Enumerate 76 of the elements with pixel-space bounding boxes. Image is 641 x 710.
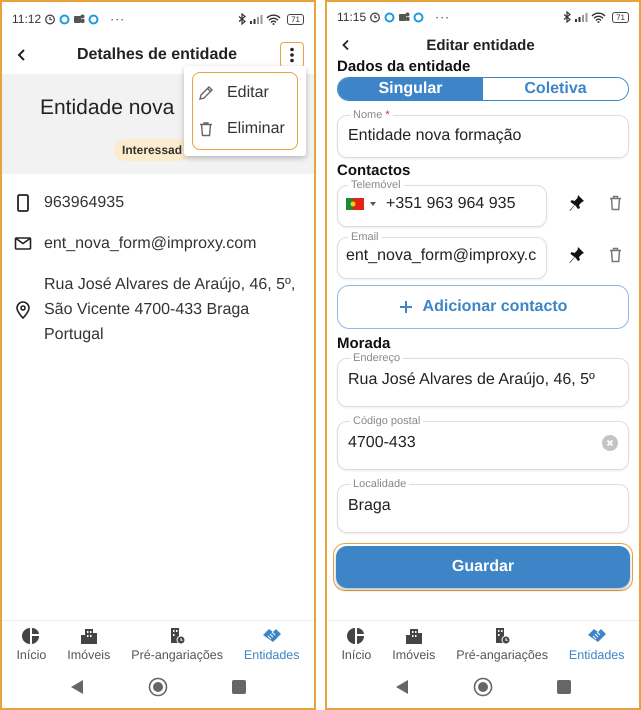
ring-icon	[88, 14, 100, 24]
phone-icon	[14, 194, 32, 212]
chat-app-icon	[398, 11, 410, 23]
section-heading: Contactos	[337, 162, 412, 179]
save-button[interactable]: Guardar	[336, 546, 630, 588]
edit-menu-item[interactable]: Editar	[193, 75, 297, 111]
section-heading: Dados da entidade	[337, 58, 472, 75]
caret-icon	[370, 202, 376, 206]
buildings-icon	[404, 627, 423, 645]
email-field[interactable]: Email ent_nova_form@improxy.c	[337, 231, 547, 279]
text-field[interactable]: Código postal 4700-433	[337, 415, 629, 470]
pin-icon[interactable]	[569, 194, 585, 212]
chat-app-icon	[73, 13, 86, 25]
buildings-icon	[80, 627, 98, 645]
nav-tab[interactable]: Entidades	[244, 627, 300, 662]
home-nav-icon[interactable]	[473, 677, 493, 697]
delete-icon[interactable]	[609, 195, 622, 211]
clock-icon	[369, 11, 382, 23]
more-notifications: ···	[110, 12, 126, 26]
more-vertical-icon	[290, 47, 294, 63]
nav-tab[interactable]: Imóveis	[67, 627, 110, 662]
ring-icon	[384, 12, 396, 22]
battery-indicator: 71	[287, 14, 304, 24]
phone-field[interactable]: Telemóvel +351 963 964 935	[337, 179, 547, 227]
home-nav-icon[interactable]	[148, 677, 168, 697]
ring-icon	[413, 12, 424, 22]
section-heading: Morada	[337, 335, 392, 352]
contact-text: ent_nova_form@improxy.com	[44, 234, 256, 254]
status-time: 11:15	[337, 10, 366, 24]
building-clock-icon	[493, 627, 512, 645]
nav-tab[interactable]: Entidades	[568, 627, 625, 662]
nav-tab[interactable]: Imóveis	[392, 627, 436, 662]
segment-tab[interactable]: Singular	[338, 78, 483, 100]
pencil-icon	[197, 84, 215, 102]
location-pin-icon	[14, 300, 32, 318]
text-field[interactable]: Localidade Braga	[337, 478, 629, 533]
wifi-icon	[591, 12, 606, 22]
nav-tab[interactable]: Pré-angariações	[131, 627, 223, 662]
add-contact-button[interactable]: Adicionar contacto	[337, 285, 629, 329]
signal-icon	[249, 14, 264, 24]
clock-icon	[44, 13, 56, 25]
mail-icon	[14, 237, 32, 250]
delete-icon[interactable]	[609, 247, 622, 263]
nav-tab[interactable]: Início	[16, 627, 46, 662]
status-chip: Interessad	[114, 139, 190, 161]
bluetooth-icon	[238, 13, 246, 25]
handshake-icon	[586, 627, 607, 645]
delete-menu-item[interactable]: Eliminar	[193, 111, 297, 147]
pie-chart-icon	[22, 627, 40, 645]
nav-tab[interactable]: Início	[341, 627, 372, 662]
flag-icon	[346, 198, 364, 210]
name-field[interactable]: Nome * Entidade nova formação	[337, 109, 629, 158]
plus-icon	[398, 300, 413, 314]
back-nav-icon[interactable]	[395, 679, 409, 695]
nav-tab[interactable]: Pré-angariações	[456, 627, 548, 662]
wifi-icon	[266, 14, 282, 24]
pin-icon[interactable]	[569, 246, 585, 264]
handshake-icon	[262, 627, 282, 645]
back-icon[interactable]	[16, 48, 26, 62]
entity-name: Entidade nova	[40, 96, 174, 120]
building-clock-icon	[168, 627, 186, 645]
back-nav-icon[interactable]	[70, 679, 84, 695]
screen-title: Detalhes de entidade	[76, 46, 238, 64]
bluetooth-icon	[563, 11, 572, 23]
status-time: 11:12	[12, 12, 42, 26]
pie-chart-icon	[347, 627, 366, 645]
more-notifications: ···	[435, 10, 450, 24]
contact-text: 963964935	[44, 193, 124, 213]
screen-title: Editar entidade	[425, 36, 536, 54]
signal-icon	[574, 12, 588, 22]
back-icon[interactable]	[341, 39, 350, 51]
ring-icon	[59, 14, 70, 24]
battery-indicator: 71	[612, 12, 629, 22]
text-field[interactable]: Endereço Rua José Alvares de Araújo, 46, 5º	[337, 352, 629, 407]
contact-text: Rua José Alvares de Araújo, 46, 5º, São Vicente 4700-433 Braga Portugal	[44, 275, 296, 345]
trash-icon	[197, 120, 215, 138]
